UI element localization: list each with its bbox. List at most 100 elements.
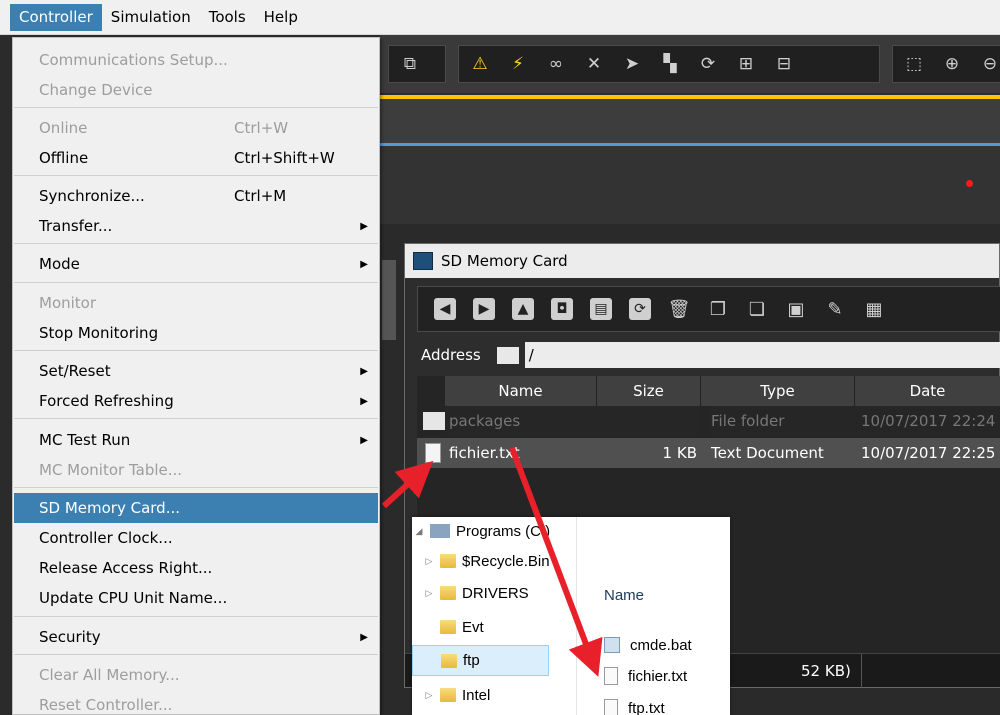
workspace-header: [380, 99, 1000, 144]
refresh-icon[interactable]: ⟳: [697, 53, 719, 75]
menu-item-communications-setup[interactable]: Communications Setup...: [14, 45, 378, 75]
sd-window-title: SD Memory Card: [441, 252, 568, 270]
address-bar: Address /: [415, 341, 1000, 369]
menu-item-mc-test-run[interactable]: MC Test Run ▶: [14, 425, 378, 455]
menu-item-monitor[interactable]: Monitor: [14, 288, 378, 318]
tree-item-ftp[interactable]: ftp: [412, 645, 549, 676]
menu-item-label: Reset Controller...: [39, 696, 173, 714]
expand-icon[interactable]: ▷: [422, 556, 436, 567]
expand-icon[interactable]: ▷: [422, 690, 436, 701]
tree-item-evt[interactable]: Evt: [412, 613, 577, 641]
toolbar-group-view: ⬚ ⊕ ⊖: [892, 45, 1000, 83]
table-row[interactable]: packages File folder 10/07/2017 22:24: [417, 406, 1000, 436]
column-header-type[interactable]: Type: [701, 376, 855, 406]
column-header-size[interactable]: Size: [597, 376, 701, 406]
expand-icon[interactable]: ◢: [412, 526, 426, 537]
properties-icon[interactable]: ▤: [590, 298, 612, 320]
delete-icon[interactable]: 🗑: [668, 298, 691, 320]
tree-item-intel[interactable]: ▷ Intel: [412, 681, 577, 709]
new-folder-icon[interactable]: ▣: [785, 298, 807, 320]
tree-item-recycle-bin[interactable]: ▷ $Recycle.Bin: [412, 547, 577, 575]
forward-icon[interactable]: ▶: [473, 298, 495, 320]
menu-item-release-access-right[interactable]: Release Access Right...: [14, 553, 378, 583]
menu-tools[interactable]: Tools: [200, 4, 255, 31]
menu-item-clear-all-memory[interactable]: Clear All Memory...: [14, 660, 378, 690]
menu-help[interactable]: Help: [255, 4, 307, 31]
menu-item-mode[interactable]: Mode ▶: [14, 249, 378, 279]
paste-icon[interactable]: ❏: [746, 298, 768, 320]
menu-item-online[interactable]: Online Ctrl+W: [14, 113, 378, 143]
file-pane: Name cmde.bat fichier.txt ftp.txt: [578, 517, 730, 715]
main-toolbar: ⧉ ⚠ ⚡ ∞ ✕ ➤ ▚ ⟳ ⊞ ⊟ ⬚ ⊕ ⊖: [380, 35, 1000, 93]
zoom-in-icon[interactable]: ⊕: [941, 53, 963, 75]
menu-item-offline[interactable]: Offline Ctrl+Shift+W: [14, 143, 378, 173]
up-folder-icon[interactable]: ▲: [512, 298, 534, 320]
sd-window-titlebar[interactable]: SD Memory Card: [405, 244, 999, 278]
file-size: 1 KB: [662, 444, 697, 462]
menu-item-label: SD Memory Card...: [39, 499, 181, 517]
column-header-name[interactable]: Name: [604, 587, 644, 604]
tree-item-label: ftp: [463, 652, 480, 669]
clear-warning-icon[interactable]: ⚡: [507, 53, 529, 75]
list-item[interactable]: cmde.bat: [604, 632, 692, 658]
menu-item-label: MC Test Run: [39, 431, 131, 449]
menu-item-stop-monitoring[interactable]: Stop Monitoring: [14, 318, 378, 348]
menu-separator: [14, 175, 378, 176]
menu-item-transfer[interactable]: Transfer... ▶: [14, 211, 378, 241]
step-out-icon[interactable]: ▚: [659, 53, 681, 75]
address-input[interactable]: /: [524, 342, 1000, 368]
menu-item-sd-memory-card[interactable]: SD Memory Card...: [14, 493, 378, 523]
toolbar-task-icon[interactable]: ⧉: [399, 53, 421, 75]
menu-item-mc-monitor-table[interactable]: MC Monitor Table...: [14, 455, 378, 485]
expand-icon[interactable]: ▷: [422, 588, 436, 599]
menu-separator: [14, 616, 378, 617]
warning-icon[interactable]: ⚠: [469, 53, 491, 75]
menu-item-label: Update CPU Unit Name...: [39, 589, 228, 607]
fit-icon[interactable]: ⬚: [903, 53, 925, 75]
menu-item-label: MC Monitor Table...: [39, 461, 183, 479]
folder-icon: [440, 688, 456, 702]
submenu-arrow-icon: ▶: [360, 631, 368, 643]
zoom-out-icon[interactable]: ⊖: [979, 53, 1000, 75]
back-icon[interactable]: ◀: [434, 298, 456, 320]
menu-item-controller-clock[interactable]: Controller Clock...: [14, 523, 378, 553]
rename-icon[interactable]: ✎: [824, 298, 846, 320]
menu-separator: [14, 107, 378, 108]
submenu-arrow-icon: ▶: [360, 395, 368, 407]
view-icon[interactable]: ◘: [551, 298, 573, 320]
menu-item-security[interactable]: Security ▶: [14, 622, 378, 652]
stop-watch-icon[interactable]: ✕: [583, 53, 605, 75]
tree-item-programs[interactable]: ◢ Programs (C:): [412, 517, 577, 545]
list-item[interactable]: fichier.txt: [604, 663, 687, 689]
network-icon[interactable]: ⊞: [735, 53, 757, 75]
file-name: fichier.txt: [449, 444, 520, 462]
menu-item-label: Forced Refreshing: [39, 392, 174, 410]
menu-item-forced-refreshing[interactable]: Forced Refreshing ▶: [14, 386, 378, 416]
network-config-icon[interactable]: ⊟: [773, 53, 795, 75]
address-label: Address: [421, 346, 481, 364]
folder-icon: [423, 412, 445, 430]
menu-item-change-device[interactable]: Change Device: [14, 75, 378, 105]
sd-card-icon[interactable]: ▦: [863, 298, 885, 320]
watch-icon[interactable]: ∞: [545, 53, 567, 75]
side-tab[interactable]: [382, 260, 396, 340]
table-row[interactable]: fichier.txt 1 KB Text Document 10/07/201…: [417, 438, 1000, 468]
menu-item-synchronize[interactable]: Synchronize... Ctrl+M: [14, 181, 378, 211]
menu-item-update-cpu-unit-name[interactable]: Update CPU Unit Name...: [14, 583, 378, 613]
menu-controller[interactable]: Controller: [10, 3, 102, 31]
folder-icon: [496, 346, 519, 364]
list-item[interactable]: ftp.txt: [604, 695, 665, 715]
tree-item-drivers[interactable]: ▷ DRIVERS: [412, 579, 577, 607]
menu-simulation[interactable]: Simulation: [102, 4, 200, 31]
menu-item-reset-controller[interactable]: Reset Controller...: [14, 690, 378, 715]
step-in-icon[interactable]: ➤: [621, 53, 643, 75]
column-header-date[interactable]: Date: [855, 376, 1000, 406]
copy-icon[interactable]: ❐: [707, 298, 729, 320]
status-indicator: [966, 180, 973, 187]
file-type: Text Document: [711, 444, 824, 462]
menu-item-set-reset[interactable]: Set/Reset ▶: [14, 356, 378, 386]
submenu-arrow-icon: ▶: [360, 365, 368, 377]
refresh-icon[interactable]: ⟳: [629, 298, 651, 320]
menu-item-label: Online: [39, 119, 88, 137]
column-header-name[interactable]: Name: [445, 376, 597, 406]
